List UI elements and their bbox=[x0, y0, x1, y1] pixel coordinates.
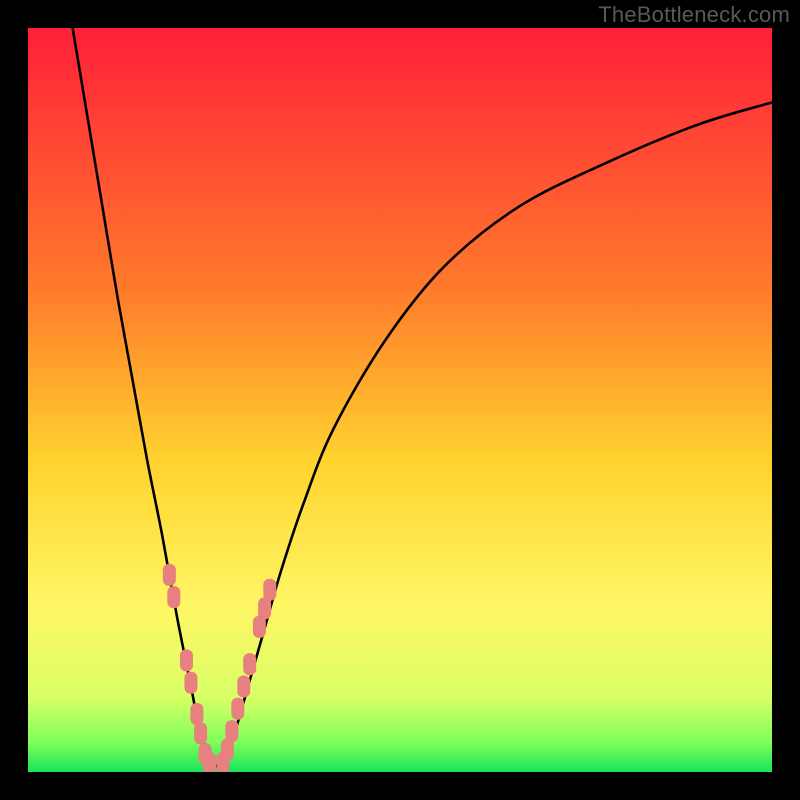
plot-area bbox=[28, 28, 772, 772]
data-marker bbox=[243, 653, 256, 675]
chart-frame: TheBottleneck.com bbox=[0, 0, 800, 800]
data-marker bbox=[184, 672, 197, 694]
data-marker bbox=[237, 675, 250, 697]
data-marker bbox=[194, 722, 207, 744]
data-marker bbox=[263, 579, 276, 601]
data-marker bbox=[180, 649, 193, 671]
data-marker bbox=[231, 698, 244, 720]
data-marker bbox=[167, 586, 180, 608]
data-marker bbox=[225, 720, 238, 742]
chart-svg bbox=[28, 28, 772, 772]
data-marker bbox=[203, 752, 216, 772]
watermark-text: TheBottleneck.com bbox=[598, 2, 790, 28]
data-marker bbox=[190, 703, 203, 725]
data-marker bbox=[163, 564, 176, 586]
